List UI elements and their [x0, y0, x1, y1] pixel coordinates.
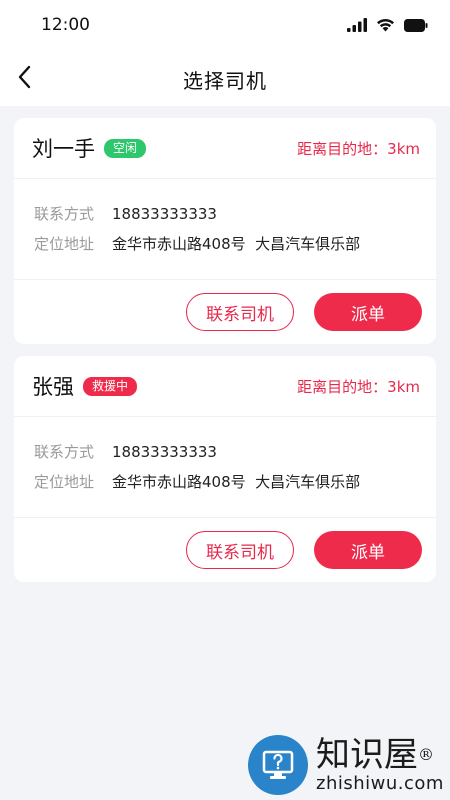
driver-actions: 联系司机 派单	[14, 280, 436, 344]
phone-value: 18833333333	[112, 443, 217, 461]
distance-text: 距离目的地：3km	[297, 139, 420, 158]
battery-icon	[404, 17, 428, 36]
wifi-icon	[376, 17, 395, 36]
monitor-question-icon	[248, 735, 308, 795]
watermark-name-text: 知识屋	[316, 735, 418, 775]
dispatch-button[interactable]: 派单	[314, 293, 422, 331]
driver-info: 联系方式 18833333333 定位地址 金华市赤山路408号 大昌汽车俱乐部	[14, 417, 436, 518]
nav-bar: 选择司机	[0, 52, 450, 106]
watermark-name: 知识屋®	[316, 736, 444, 774]
status-badge: 救援中	[83, 376, 138, 396]
driver-card-header: 张强 救援中 距离目的地：3km	[14, 356, 436, 417]
dispatch-button[interactable]: 派单	[314, 531, 422, 569]
page-title: 选择司机	[183, 68, 267, 93]
phone-label: 联系方式	[34, 205, 95, 223]
distance-text: 距离目的地：3km	[297, 377, 420, 396]
chevron-left-icon	[17, 65, 31, 93]
driver-actions: 联系司机 派单	[14, 518, 436, 582]
status-time: 12:00	[41, 15, 90, 35]
status-bar: 12:00	[0, 0, 450, 52]
address-label: 定位地址	[34, 473, 95, 491]
status-icons	[347, 17, 428, 36]
address-row: 定位地址 金华市赤山路408号 大昌汽车俱乐部	[34, 229, 418, 259]
address-row: 定位地址 金华市赤山路408号 大昌汽车俱乐部	[34, 467, 418, 497]
back-button[interactable]	[8, 62, 40, 96]
phone-value: 18833333333	[112, 205, 217, 223]
driver-list: 刘一手 空闲 距离目的地：3km 联系方式 18833333333 定位地址 金…	[0, 106, 450, 582]
watermark-domain: zhishiwu.com	[316, 773, 444, 794]
driver-card-header: 刘一手 空闲 距离目的地：3km	[14, 118, 436, 179]
address-label: 定位地址	[34, 235, 95, 253]
phone-row: 联系方式 18833333333	[34, 199, 418, 229]
phone-label: 联系方式	[34, 443, 95, 461]
status-badge: 空闲	[104, 138, 147, 158]
address-value: 金华市赤山路408号 大昌汽车俱乐部	[112, 235, 361, 253]
driver-card: 刘一手 空闲 距离目的地：3km 联系方式 18833333333 定位地址 金…	[14, 118, 436, 344]
watermark: 知识屋® zhishiwu.com	[248, 730, 450, 800]
phone-row: 联系方式 18833333333	[34, 437, 418, 467]
contact-driver-button[interactable]: 联系司机	[186, 531, 294, 569]
contact-driver-button[interactable]: 联系司机	[186, 293, 294, 331]
address-value: 金华市赤山路408号 大昌汽车俱乐部	[112, 473, 361, 491]
driver-info: 联系方式 18833333333 定位地址 金华市赤山路408号 大昌汽车俱乐部	[14, 179, 436, 280]
driver-name: 刘一手	[32, 137, 95, 161]
signal-icon	[347, 17, 367, 36]
watermark-text: 知识屋® zhishiwu.com	[316, 736, 444, 794]
driver-name: 张强	[32, 375, 74, 399]
registered-mark: ®	[418, 745, 434, 764]
driver-card: 张强 救援中 距离目的地：3km 联系方式 18833333333 定位地址 金…	[14, 356, 436, 582]
